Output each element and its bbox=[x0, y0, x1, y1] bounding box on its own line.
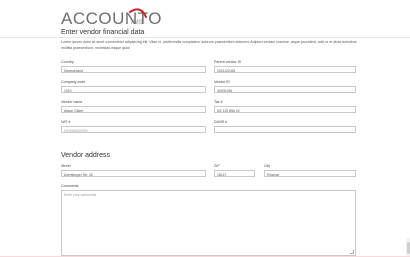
comments-textarea[interactable]: Enter your comments bbox=[61, 190, 356, 256]
comments-placeholder: Enter your comments bbox=[64, 193, 97, 197]
zip-label: ZIP bbox=[214, 164, 220, 168]
page-title: Enter vendor financial data bbox=[61, 29, 145, 36]
vendor-name-label: Vendor name bbox=[61, 100, 83, 104]
header-divider bbox=[0, 37, 410, 38]
city-field[interactable]: Rostock bbox=[264, 170, 356, 177]
street-label: Street bbox=[61, 164, 71, 168]
vendor-id-label: Vendor ID bbox=[214, 80, 230, 84]
vat-number-label: VAT # bbox=[61, 120, 71, 124]
zip-field[interactable]: 18147 bbox=[214, 170, 255, 177]
parent-vendor-id-field[interactable]: 0021122451 bbox=[214, 66, 356, 73]
duns-number-label: DUNS # bbox=[214, 120, 228, 124]
company-code-field[interactable]: 1010 bbox=[61, 86, 206, 93]
parent-vendor-id-label: Parent vendor ID bbox=[214, 60, 242, 64]
tax-number-label: Tax # bbox=[214, 100, 223, 104]
vendor-address-heading: Vendor address bbox=[61, 152, 111, 159]
page-lead: Lorem ipsum dolor sit amet consectetur a… bbox=[61, 40, 357, 50]
city-label: City bbox=[264, 164, 271, 168]
company-code-label: Company code bbox=[61, 80, 86, 84]
vendor-id-field[interactable]: 40000156 bbox=[214, 86, 356, 93]
vendor-name-field[interactable]: Alison Gilder bbox=[61, 106, 206, 113]
street-field[interactable]: Aventinsper Str. 26 bbox=[61, 170, 206, 177]
tax-number-field[interactable]: DE 125 856 02 bbox=[214, 106, 356, 113]
duns-number-field[interactable] bbox=[214, 126, 356, 133]
comments-label: Comments bbox=[61, 184, 79, 188]
logo-arc-icon bbox=[129, 8, 147, 18]
logo: ACCOUNTO TMS bbox=[61, 8, 162, 29]
resize-handle-icon[interactable] bbox=[350, 250, 354, 254]
country-label: Country bbox=[61, 60, 74, 64]
country-field[interactable]: Deutschland bbox=[61, 66, 206, 73]
vat-number-field[interactable]: DE0000000000 bbox=[61, 126, 206, 133]
